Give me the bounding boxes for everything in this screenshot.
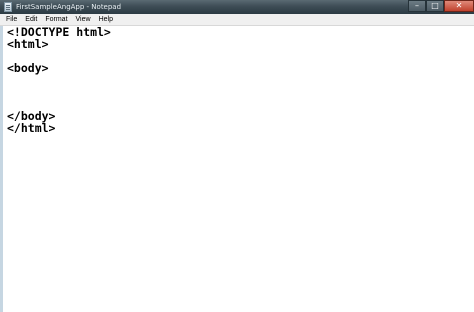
- maximize-icon: □: [431, 1, 439, 10]
- close-icon: ✕: [455, 1, 463, 10]
- menu-file[interactable]: File: [0, 14, 21, 25]
- notepad-app-icon[interactable]: [4, 2, 12, 12]
- minimize-button[interactable]: –: [408, 0, 426, 12]
- close-button[interactable]: ✕: [444, 0, 474, 12]
- menu-help[interactable]: Help: [95, 14, 117, 25]
- menu-edit[interactable]: Edit: [21, 14, 41, 25]
- text-editor-area[interactable]: <!DOCTYPE html> <html> <body> </body> </…: [0, 26, 474, 312]
- minimize-icon: –: [415, 1, 419, 10]
- notepad-window: FirstSampleAngApp - Notepad – □ ✕ File E…: [0, 0, 474, 312]
- window-controls: – □ ✕: [408, 0, 474, 14]
- window-title: FirstSampleAngApp - Notepad: [16, 3, 122, 11]
- menu-format[interactable]: Format: [41, 14, 71, 25]
- menu-view[interactable]: View: [72, 14, 95, 25]
- editor-content[interactable]: <!DOCTYPE html> <html> <body> </body> </…: [7, 26, 111, 134]
- title-bar[interactable]: FirstSampleAngApp - Notepad – □ ✕: [0, 0, 474, 14]
- maximize-button[interactable]: □: [426, 0, 444, 12]
